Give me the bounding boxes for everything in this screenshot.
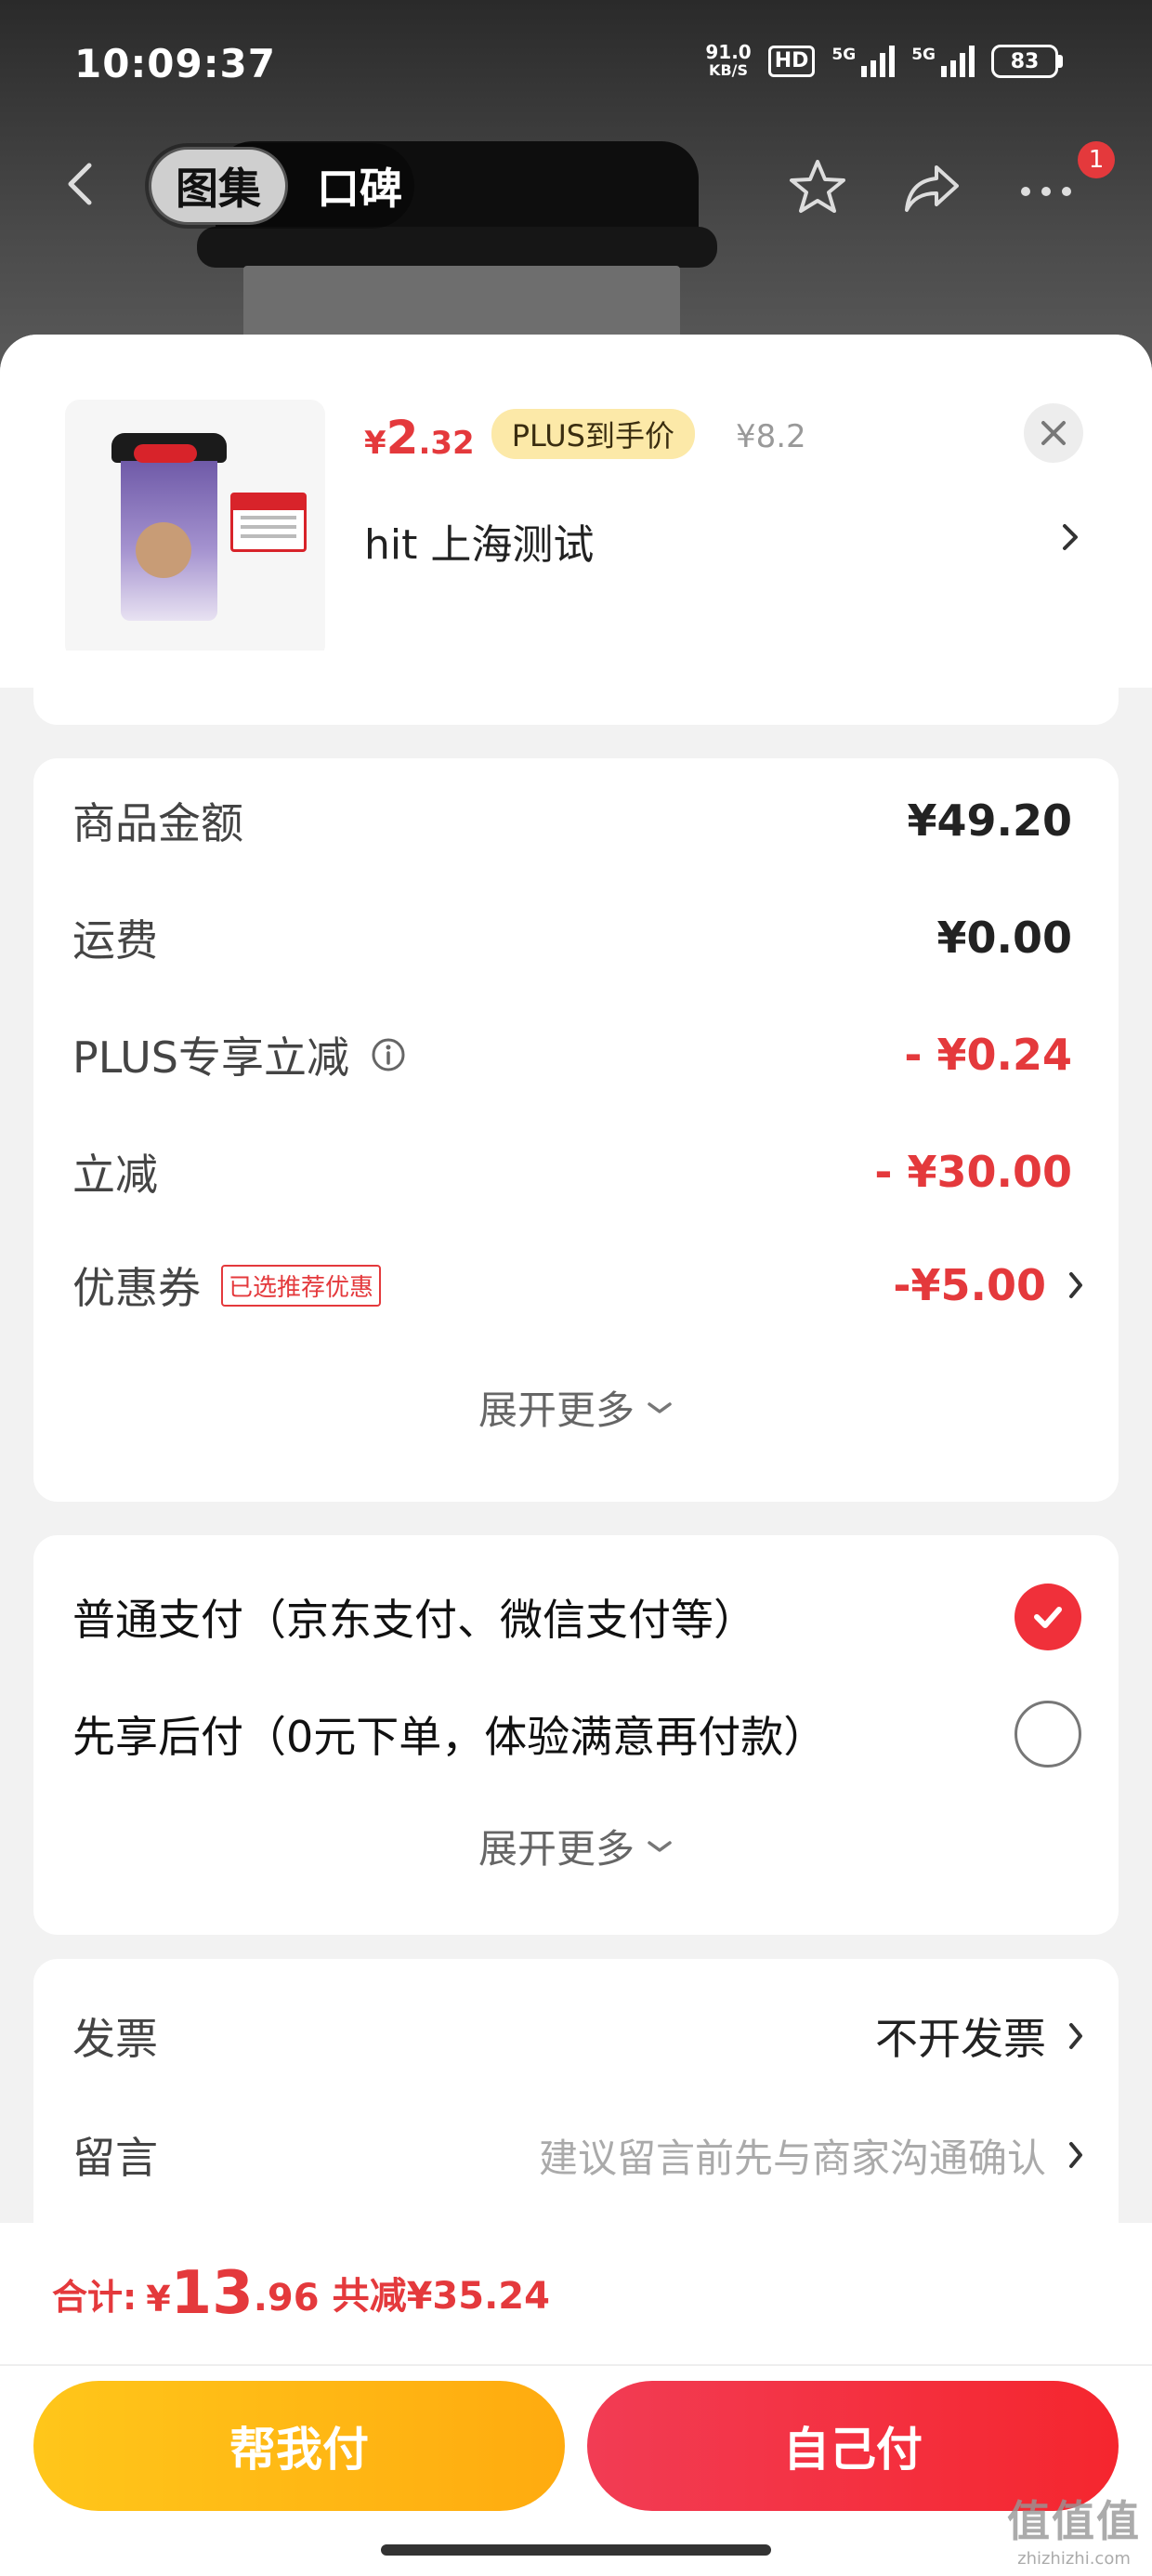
total-dec: .96: [253, 2277, 320, 2320]
chevron-down-icon: [648, 1840, 672, 1852]
back-icon[interactable]: [56, 158, 108, 210]
checkout-bar: 合计: ¥ 13 .96 共减¥35.24 帮我付 自己付 值值值 zhizhi…: [0, 2223, 1152, 2576]
signal-icon: 5G: [831, 46, 896, 77]
notification-badge: 1: [1078, 141, 1115, 178]
chevron-right-icon: [1069, 1272, 1082, 1298]
more-icon[interactable]: [1013, 154, 1080, 221]
instant-discount-value: - ¥30.00: [874, 1147, 1072, 1197]
status-bar: 10:09:37 91.0 KB/S HD 5G 5G 83: [0, 0, 1152, 139]
cup-lid-rim-shape: [197, 227, 717, 268]
total-currency: ¥: [146, 2279, 171, 2320]
battery-icon: 83: [991, 45, 1063, 78]
watermark-text: 值值值: [1007, 2496, 1141, 2546]
product-card-image: [230, 493, 307, 552]
divider: [0, 2364, 1152, 2366]
coupon-recommend-tag: 已选推荐优惠: [221, 1264, 382, 1307]
price-row: ¥2.32 PLUS到手价 ¥8.2: [364, 409, 806, 465]
expand-more-payment[interactable]: 展开更多: [33, 1818, 1119, 1874]
chevron-right-icon: [1069, 2142, 1082, 2168]
signal-label: 5G: [831, 46, 857, 64]
total-row: 合计: ¥ 13 .96 共减¥35.24: [52, 2264, 550, 2323]
status-time: 10:09:37: [74, 41, 276, 86]
payment-option-normal-label: 普通支付（京东支付、微信支付等）: [72, 1595, 756, 1645]
status-indicators: 91.0 KB/S HD 5G 5G 83: [705, 43, 1063, 80]
instant-discount-row: 立减 - ¥30.00: [72, 1141, 1072, 1203]
message-row[interactable]: 留言 建议留言前先与商家沟通确认: [72, 2124, 1085, 2186]
total-int: 13: [170, 2259, 254, 2328]
plus-price: ¥2.32: [364, 411, 475, 465]
expand-more-label: 展开更多: [478, 1826, 635, 1872]
price-dec: .32: [418, 425, 475, 462]
invoice-row[interactable]: 发票 不开发票: [72, 2005, 1085, 2067]
network-speed-value: 91.0: [705, 41, 752, 63]
network-speed: 91.0 KB/S: [705, 43, 751, 80]
plus-discount-value: - ¥0.24: [904, 1030, 1072, 1080]
invoice-label: 发票: [72, 2014, 158, 2064]
shipping-label: 运费: [72, 915, 158, 966]
close-icon: [1041, 421, 1066, 445]
price-currency: ¥: [364, 425, 386, 462]
hd-icon: HD: [767, 46, 816, 77]
home-indicator[interactable]: [381, 2544, 771, 2556]
price-int: 2: [386, 411, 419, 465]
payment-option-normal[interactable]: 普通支付（京东支付、微信支付等）: [72, 1584, 1081, 1650]
chevron-down-icon: [648, 1401, 672, 1413]
message-label: 留言: [72, 2133, 158, 2183]
plus-price-tag: PLUS到手价: [491, 409, 695, 459]
product-name[interactable]: hit 上海测试: [364, 511, 594, 571]
invoice-value: 不开发票: [875, 2014, 1046, 2064]
watermark-url: zhizhizhi.com: [1017, 2549, 1131, 2569]
help-pay-button[interactable]: 帮我付: [33, 2381, 565, 2511]
payment-normal-radio[interactable]: [1015, 1584, 1081, 1650]
goods-amount-value: ¥49.20: [907, 795, 1072, 846]
chevron-right-icon: [1069, 2023, 1082, 2049]
signal-label-2: 5G: [911, 46, 936, 64]
shipping-value: ¥0.00: [936, 913, 1072, 963]
battery-level: 83: [991, 45, 1058, 78]
message-placeholder[interactable]: 建议留言前先与商家沟通确认: [539, 2127, 1046, 2184]
product-summary: ¥2.32 PLUS到手价 ¥8.2 hit 上海测试: [0, 335, 1152, 688]
total-label: 合计:: [52, 2277, 137, 2318]
tab-reviews[interactable]: 口碑: [308, 147, 411, 225]
plus-discount-label: PLUS专享立减: [72, 1032, 349, 1083]
payment-option-later[interactable]: 先享后付（0元下单，体验满意再付款）: [72, 1701, 1081, 1768]
coupon-row[interactable]: 优惠券 已选推荐优惠 -¥5.00: [72, 1255, 1085, 1316]
star-icon[interactable]: [784, 154, 851, 221]
coupon-value: -¥5.00: [893, 1260, 1046, 1310]
product-thumbnail: [65, 400, 325, 660]
network-speed-unit: KB/S: [709, 61, 749, 79]
share-icon[interactable]: [899, 154, 966, 221]
total-saved: 共减¥35.24: [332, 2275, 550, 2318]
check-icon: [1034, 1607, 1062, 1628]
payment-later-radio[interactable]: [1015, 1701, 1081, 1768]
amount-card: 商品金额 ¥49.20 运费 ¥0.00 PLUS专享立减 - ¥0.24 立减…: [33, 758, 1119, 1502]
close-button[interactable]: [1024, 403, 1083, 463]
info-icon[interactable]: [370, 1036, 407, 1073]
coupon-label: 优惠券: [72, 1263, 201, 1313]
instant-discount-label: 立减: [72, 1150, 158, 1200]
milk-tea-cup-image: [111, 433, 227, 628]
payment-card: 普通支付（京东支付、微信支付等） 先享后付（0元下单，体验满意再付款） 展开更多: [33, 1535, 1119, 1935]
original-price: ¥8.2: [735, 418, 806, 455]
top-nav: 图集 口碑 1: [0, 139, 1152, 232]
watermark-logo: 值值值 zhizhizhi.com: [1007, 2488, 1141, 2569]
goods-amount-row: 商品金额 ¥49.20: [72, 790, 1072, 851]
expand-more-label: 展开更多: [478, 1387, 635, 1433]
payment-option-later-label: 先享后付（0元下单，体验满意再付款）: [72, 1712, 827, 1762]
shipping-row: 运费 ¥0.00: [72, 907, 1072, 968]
expand-more-amounts[interactable]: 展开更多: [33, 1379, 1119, 1436]
goods-amount-label: 商品金额: [72, 798, 243, 848]
signal-icon-2: 5G: [911, 46, 975, 77]
address-card-edge: [33, 651, 1119, 725]
chevron-right-icon[interactable]: [1057, 519, 1083, 556]
tab-gallery[interactable]: 图集: [149, 147, 288, 225]
nav-tabs: 图集 口碑: [145, 143, 414, 229]
plus-discount-row: PLUS专享立减 - ¥0.24: [72, 1024, 1072, 1085]
